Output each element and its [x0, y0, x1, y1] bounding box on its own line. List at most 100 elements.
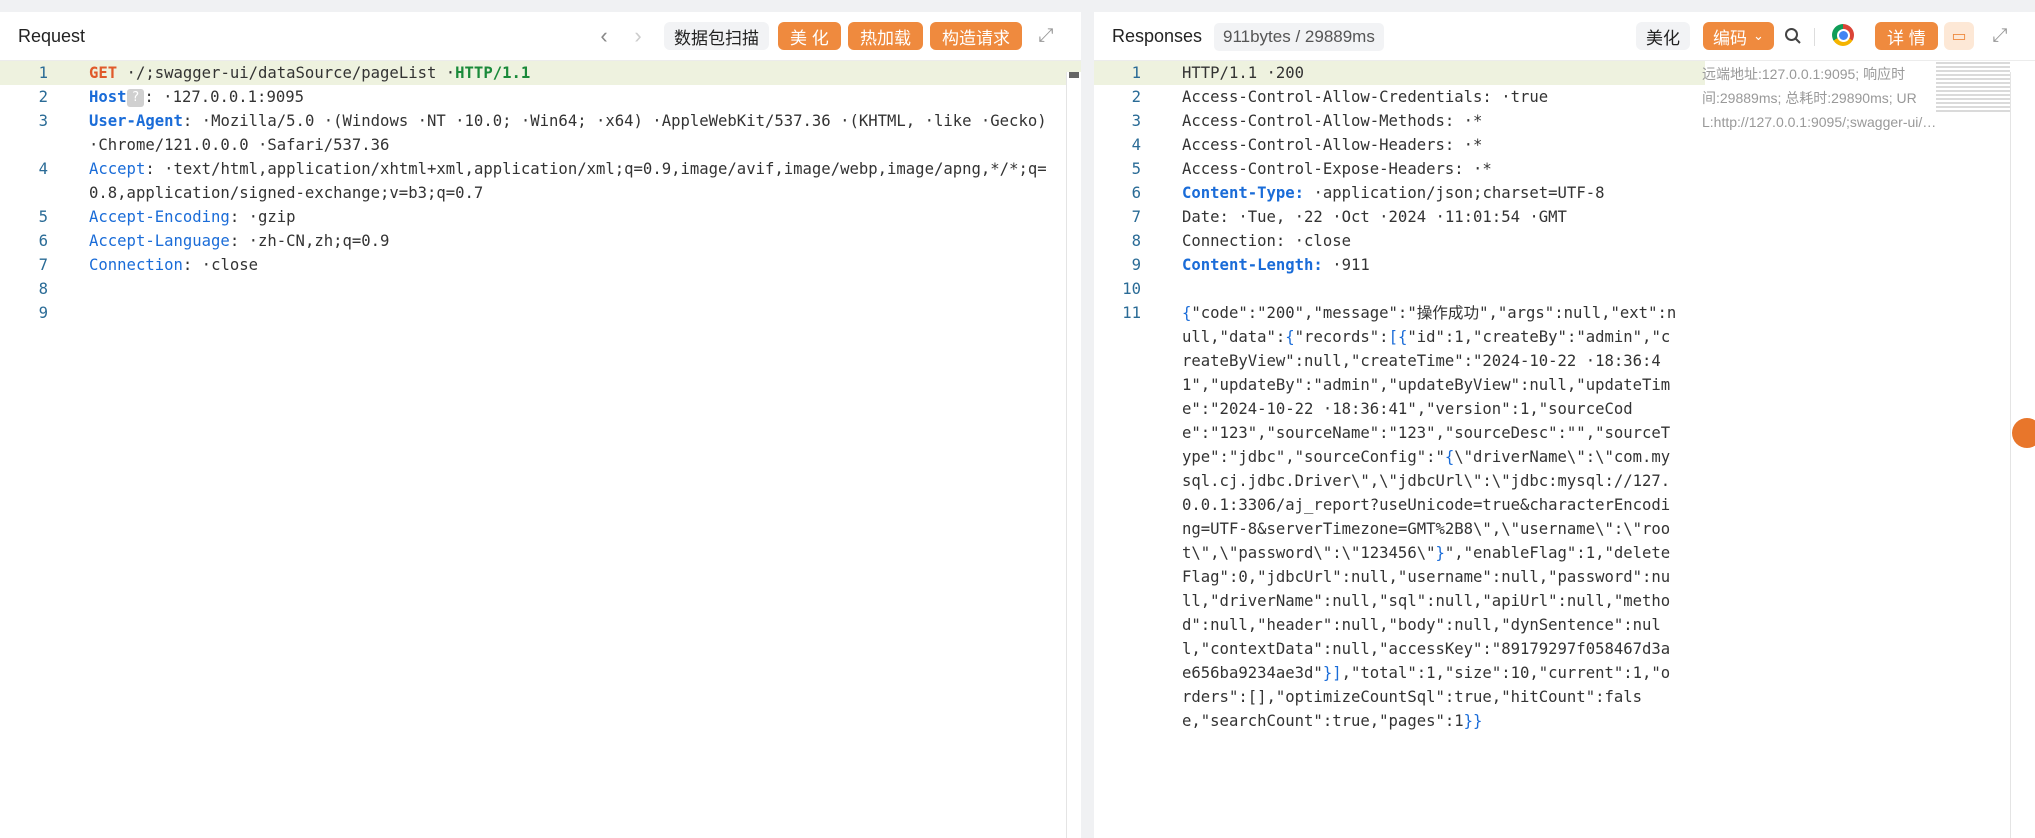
- line-text: [89, 301, 1081, 325]
- line-number: 4: [38, 160, 48, 178]
- header-key: Connection: [89, 256, 183, 274]
- header-key: Accept: [89, 160, 146, 178]
- code-line: 6 Content-Type: ·application/json;charset…: [1094, 181, 1705, 205]
- header-value: zh-CN,zh;q=0.9: [258, 232, 390, 250]
- header-key: Content-Length:: [1182, 256, 1323, 274]
- encoding-dropdown[interactable]: 编码 ⌄: [1703, 22, 1774, 50]
- header-separator: : ·: [229, 208, 258, 226]
- chrome-icon[interactable]: [1832, 24, 1854, 46]
- hotload-button[interactable]: 热加载: [848, 22, 923, 50]
- header-separator: : ·: [229, 232, 258, 250]
- json-brace: }: [1435, 544, 1445, 562]
- response-header-line: Access-Control-Allow-Credentials: ·true: [1182, 88, 1549, 106]
- details-button[interactable]: 详 情: [1875, 22, 1938, 50]
- prev-arrow-icon[interactable]: ‹: [591, 22, 617, 50]
- request-header: Request ‹ › 数据包扫描 美 化 热加载 构造请求 ⤢: [0, 12, 1081, 61]
- header-value: Mozilla/5.0 ·(Windows ·NT ·10.0; ·Win64;…: [89, 112, 1057, 154]
- line-number: 9: [1131, 256, 1141, 274]
- fullscreen-icon[interactable]: ⤢: [1033, 22, 1059, 50]
- header-value: ·911: [1322, 256, 1370, 274]
- json-brace: [{: [1388, 328, 1408, 346]
- code-line: 8: [0, 277, 1081, 301]
- code-line: 10: [1094, 277, 1705, 301]
- header-key: User-Agent: [89, 112, 183, 130]
- line-number: 4: [1131, 136, 1141, 154]
- header-separator: : ·: [182, 112, 212, 130]
- line-text: Host?: ·127.0.0.1:9095: [89, 85, 1081, 109]
- header-key: Accept-Language: [89, 232, 230, 250]
- code-line: 7 Date: ·Tue, ·22 ·Oct ·2024 ·11:01:54 ·G…: [1094, 205, 1705, 229]
- line-number: 1: [38, 64, 48, 82]
- header-separator: : ·: [145, 160, 174, 178]
- line-text: User-Agent: ·Mozilla/5.0 ·(Windows ·NT ·…: [89, 109, 1081, 157]
- json-text: "id":1,"createBy":"admin","createByView"…: [1182, 328, 1671, 466]
- code-line: 1 HTTP/1.1 ·200: [1094, 61, 1705, 85]
- line-number: 6: [1131, 184, 1141, 202]
- response-header-line: Access-Control-Allow-Methods: ·*: [1182, 112, 1483, 130]
- response-beautify-button[interactable]: 美化: [1636, 22, 1690, 50]
- response-fullscreen-icon[interactable]: ⤢: [1987, 22, 2013, 50]
- json-brace: }]: [1322, 664, 1342, 682]
- line-text: Content-Type: ·application/json;charset=…: [1182, 181, 1705, 205]
- line-text: Access-Control-Allow-Headers: ·*: [1182, 133, 1705, 157]
- response-header-line: Date: ·Tue, ·22 ·Oct ·2024 ·11:01:54 ·GM…: [1182, 208, 1567, 226]
- request-pane: Request ‹ › 数据包扫描 美 化 热加载 构造请求 ⤢ 1 GET ·/…: [0, 12, 1081, 838]
- code-line: 3 User-Agent: ·Mozilla/5.0 ·(Windows ·NT …: [0, 109, 1081, 157]
- beautify-button[interactable]: 美 化: [778, 22, 841, 50]
- header-separator: : ·: [144, 88, 173, 106]
- http-method: GET: [89, 64, 118, 82]
- encoding-label: 编码: [1713, 28, 1747, 48]
- line-number: 11: [1122, 304, 1141, 322]
- request-scrollbar[interactable]: [1066, 72, 1081, 838]
- line-text: Access-Control-Allow-Credentials: ·true: [1182, 85, 1705, 109]
- floating-mascot-icon[interactable]: [2012, 418, 2035, 448]
- construct-request-button[interactable]: 构造请求: [930, 22, 1022, 50]
- response-scrollbar[interactable]: [2010, 72, 2035, 838]
- line-text: [1182, 277, 1705, 301]
- request-editor[interactable]: 1 GET ·/;swagger-ui/dataSource/pageList ·…: [0, 61, 1081, 838]
- line-text: Accept-Encoding: ·gzip: [89, 205, 1081, 229]
- code-line: 9: [0, 301, 1081, 325]
- code-line: 9 Content-Length: ·911: [1094, 253, 1705, 277]
- line-number: 7: [38, 256, 48, 274]
- code-line: 5 Access-Control-Expose-Headers: ·*: [1094, 157, 1705, 181]
- header-key: Accept-Encoding: [89, 208, 230, 226]
- response-header-line: Access-Control-Allow-Headers: ·*: [1182, 136, 1483, 154]
- line-number: 6: [38, 232, 48, 250]
- line-text: Access-Control-Allow-Methods: ·*: [1182, 109, 1705, 133]
- line-number: 1: [1131, 64, 1141, 82]
- line-number: 10: [1122, 280, 1141, 298]
- next-arrow-icon[interactable]: ›: [625, 22, 651, 50]
- remote-info-line: L:http://127.0.0.1:9095/;swagger-ui/data…: [1702, 114, 1938, 130]
- response-header: Responses 911bytes / 29889ms 美化 编码 ⌄ 详 情…: [1094, 12, 2035, 61]
- response-header-line: HTTP/1.1 ·200: [1182, 64, 1305, 82]
- http-protocol: HTTP/1.1: [455, 64, 531, 82]
- code-line: 3 Access-Control-Allow-Methods: ·*: [1094, 109, 1705, 133]
- line-text: Content-Length: ·911: [1182, 253, 1705, 277]
- chevron-down-icon: ⌄: [1753, 28, 1764, 43]
- code-line: 2 Access-Control-Allow-Credentials: ·true: [1094, 85, 1705, 109]
- code-line: 7 Connection: ·close: [0, 253, 1081, 277]
- json-brace: {: [1182, 304, 1192, 322]
- line-text: Access-Control-Expose-Headers: ·*: [1182, 157, 1705, 181]
- code-line: 2 Host?: ·127.0.0.1:9095: [0, 85, 1081, 109]
- help-badge-icon[interactable]: ?: [126, 89, 145, 107]
- header-value: 127.0.0.1:9095: [172, 88, 304, 106]
- line-text: Connection: ·close: [1182, 229, 1705, 253]
- response-editor[interactable]: 1 HTTP/1.1 ·200 2 Access-Control-Allow-Cred…: [1094, 61, 1705, 838]
- code-line: 4 Accept: ·text/html,application/xhtml+xm…: [0, 157, 1081, 205]
- code-line: 5 Accept-Encoding: ·gzip: [0, 205, 1081, 229]
- line-text: Date: ·Tue, ·22 ·Oct ·2024 ·11:01:54 ·GM…: [1182, 205, 1705, 229]
- line-number: 9: [38, 304, 48, 322]
- packet-scan-button[interactable]: 数据包扫描: [664, 22, 769, 50]
- header-separator: : ·: [182, 256, 212, 274]
- code-line: 1 GET ·/;swagger-ui/dataSource/pageList ·…: [0, 61, 1081, 85]
- remote-info-panel: 远端地址:127.0.0.1:9095; 响应时 间:29889ms; 总耗时:…: [1702, 62, 1938, 134]
- remote-info-line: 间:29889ms; 总耗时:29890ms; UR: [1702, 90, 1917, 106]
- line-text: {"code":"200","message":"操作成功","args":nu…: [1182, 301, 1705, 733]
- minimap[interactable]: [1936, 62, 2010, 112]
- response-title: Responses: [1112, 26, 1203, 46]
- pane-divider[interactable]: [1081, 12, 1094, 838]
- search-icon[interactable]: [1780, 22, 1806, 50]
- comment-icon[interactable]: ▭: [1944, 22, 1974, 50]
